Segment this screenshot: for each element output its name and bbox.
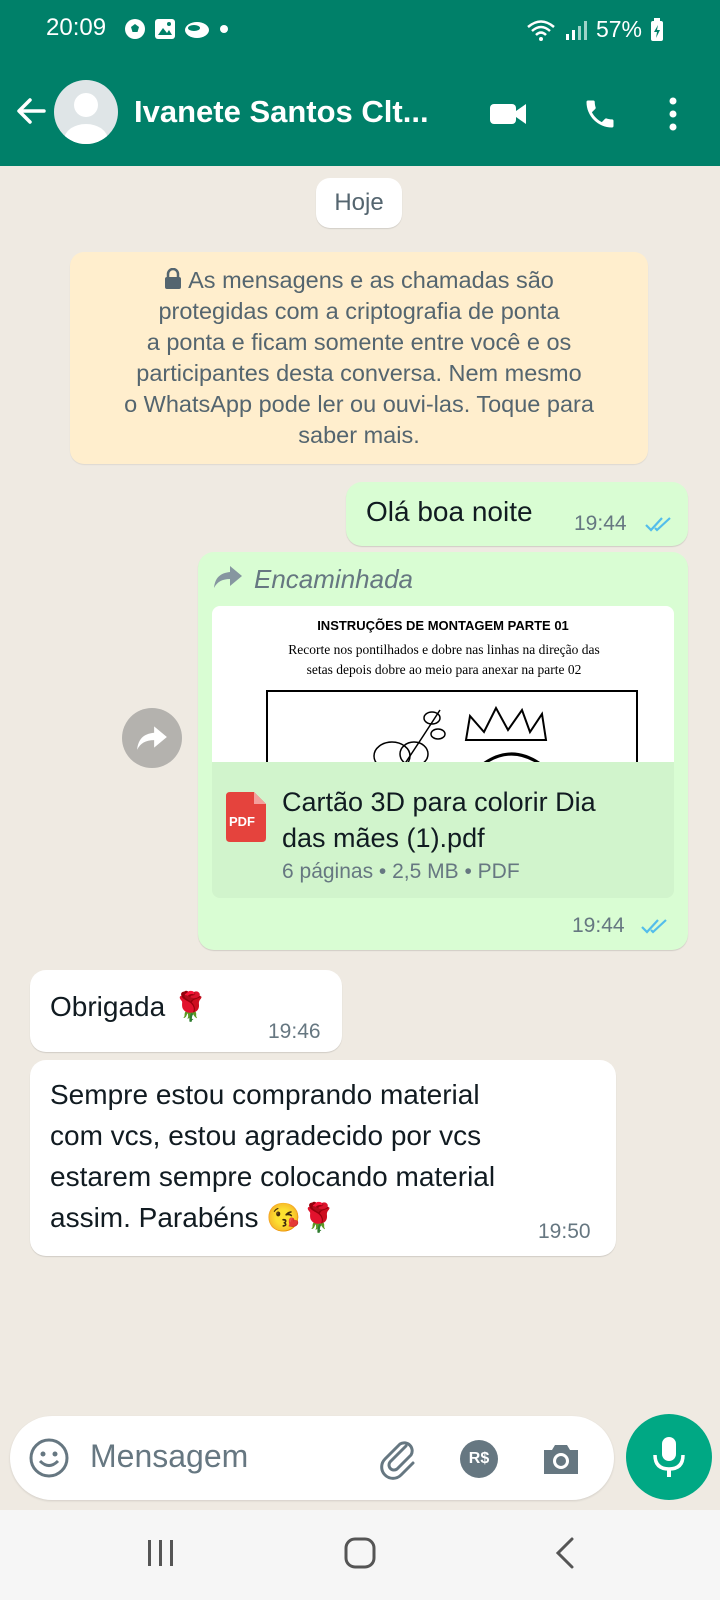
forward-arrow-icon [137,726,167,750]
wifi-icon [527,19,555,41]
read-ticks-icon [641,919,667,934]
battery-icon [651,17,663,41]
emoji-icon[interactable] [28,1437,70,1479]
image-icon [155,19,175,39]
encryption-line: saber mais. [298,422,420,448]
back-icon[interactable] [550,1536,584,1570]
forwarded-label: Encaminhada [254,564,413,594]
notification-icons [124,18,230,40]
document-preview[interactable]: INSTRUÇÕES DE MONTAGEM PARTE 01 Recorte … [212,606,674,762]
message-text: Olá boa noite [366,496,533,527]
payment-label: R$ [468,1450,490,1467]
message-text: Sempre estou comprando material com vcs,… [50,1079,496,1233]
pdf-icon-label: PDF [229,814,255,829]
status-bar: 20:09 57% [0,0,720,62]
forward-button[interactable] [122,708,182,768]
encryption-line: As mensagens e as chamadas são [70,265,648,296]
phone-icon[interactable] [582,96,618,132]
message-input[interactable]: Mensagem [90,1438,248,1475]
home-icon[interactable] [343,1536,377,1570]
payment-icon[interactable]: R$ [460,1440,498,1478]
message-time: 19:46 [268,1020,321,1043]
date-chip: Hoje [316,178,402,228]
system-status: 57% [526,16,664,43]
message-time: 19:50 [538,1220,591,1243]
encryption-line: participantes desta conversa. Nem mesmo [136,360,582,386]
forward-arrow-icon [214,566,242,588]
lock-icon [165,267,182,289]
mic-icon [653,1437,685,1477]
outgoing-message[interactable]: Olá boa noite 19:44 [346,482,688,546]
avatar-icon[interactable] [54,80,118,144]
app-bar: Ivanete Santos Clt... [0,72,720,158]
encryption-line: a ponta e ficam somente entre você e os [146,329,572,355]
chat-area[interactable]: Hoje As mensagens e as chamadas são prot… [0,166,720,1510]
encryption-line: protegidas com a criptografia de ponta [158,298,560,324]
preview-text: Recorte nos pontilhados e dobre nas linh… [288,642,600,677]
back-arrow-icon[interactable] [14,94,48,128]
file-meta: 6 páginas • 2,5 MB • PDF [282,860,520,883]
encryption-notice[interactable]: As mensagens e as chamadas são protegida… [70,252,648,464]
preview-title: INSTRUÇÕES DE MONTAGEM PARTE 01 [317,618,569,633]
battery-percent: 57% [595,16,642,42]
more-vert-icon[interactable] [668,96,678,132]
status-time: 20:09 [46,14,107,41]
camera-icon[interactable] [540,1440,582,1478]
crown-illustration [464,705,548,762]
read-ticks-icon [645,517,671,532]
recent-apps-icon[interactable] [144,1536,178,1570]
file-name: Cartão 3D para colorir Dia das mães (1).… [282,787,596,853]
message-input-bar[interactable]: Mensagem R$ [10,1416,614,1500]
mic-button[interactable] [626,1414,712,1500]
message-time: 19:44 [572,914,625,937]
system-nav-bar [0,1510,720,1600]
incoming-message[interactable]: Sempre estou comprando material com vcs,… [30,1060,616,1256]
top-bar: 20:09 57% Ivanete Santos Clt... [0,0,720,166]
message-text: Obrigada 🌹 [50,991,208,1022]
contact-name[interactable]: Ivanete Santos Clt... [134,94,429,130]
dot-icon [220,25,228,33]
encryption-line: o WhatsApp pode ler ou ouvi-las. Toque p… [124,391,594,417]
attach-icon[interactable] [376,1436,420,1480]
soccer-ball-icon [125,19,145,39]
message-time: 19:44 [574,512,627,535]
outgoing-document-message[interactable]: Encaminhada INSTRUÇÕES DE MONTAGEM PARTE… [198,552,688,950]
signal-icon [565,20,587,40]
incoming-message[interactable]: Obrigada 🌹 19:46 [30,970,342,1052]
video-call-icon[interactable] [488,98,528,130]
file-info[interactable]: PDF Cartão 3D para colorir Dia das mães … [212,762,674,898]
bowl-icon [185,22,209,38]
